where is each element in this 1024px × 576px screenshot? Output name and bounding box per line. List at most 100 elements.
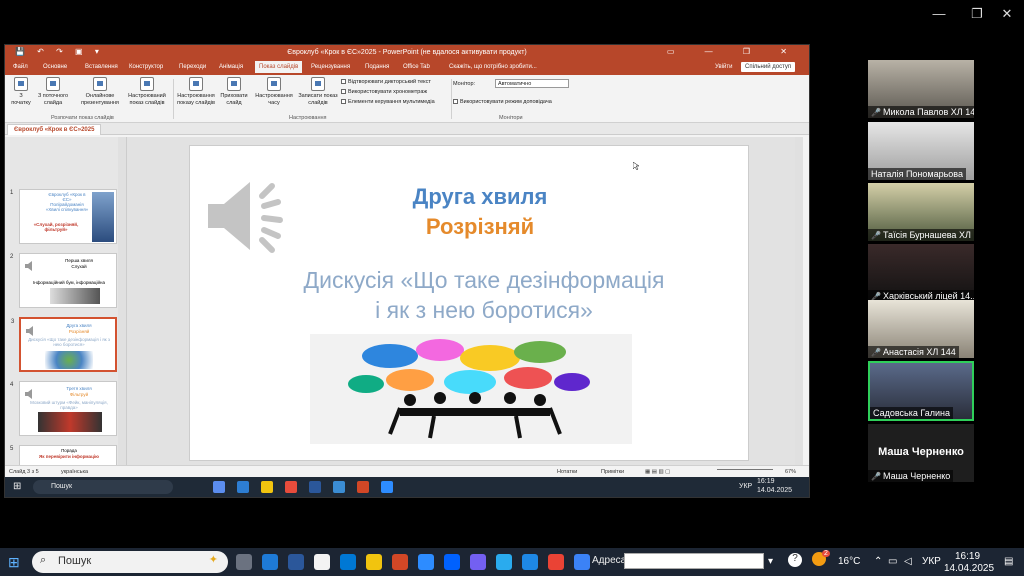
tell-me-search[interactable]: Скажіть, що потрібно зробити... [449,64,537,70]
thumb-slide-5[interactable]: 5 Порада Як перевірити інформацію [10,445,117,467]
chk-narration[interactable]: Відтворювати дикторський текст [341,79,431,85]
language-status[interactable]: українська [61,469,88,475]
chk-presenter[interactable]: Використовувати режим доповідача [453,99,552,105]
tab-transitions[interactable]: Переходи [179,64,206,70]
tab-review[interactable]: Рецензування [311,64,350,70]
slide-canvas: Друга хвиля Розрізняй Дискусія «Що таке … [127,137,803,467]
thumbs-scrollbar[interactable] [118,137,126,467]
dropbox-icon[interactable] [444,554,460,570]
minimize-icon[interactable]: — [924,6,954,21]
network-icon[interactable]: ▭ [888,556,897,567]
participant-tile[interactable]: 🎤 Анастасія ХЛ 144 [868,300,974,358]
document-tab[interactable]: Євроклуб «Крок в ЄС»2025 [7,124,102,135]
viber-icon[interactable] [470,554,486,570]
thumb-line: Інформаційний бум, інформаційна [32,280,106,285]
powerpoint-icon[interactable] [392,554,408,570]
comments-button[interactable]: Примітки [601,469,624,475]
participant-tile[interactable]: 🎤 Харківський ліцей 14... [868,244,974,302]
chk-timings[interactable]: Використовувати хронометраж [341,89,427,95]
online-present-button[interactable]: Онлайнове презентування [77,77,123,106]
speaker-icon[interactable] [204,176,314,256]
zoom-slider[interactable] [717,469,773,470]
view-buttons-icon[interactable]: ▦ ▤ ▥ ▢ [645,469,670,475]
notes-button[interactable]: Нотатки [557,469,577,475]
thumb-slide-4[interactable]: 4 Третя хвиля Фільтруй Мозковий штурм «Ф… [10,381,117,436]
telegram-icon[interactable] [496,554,512,570]
amazon-icon[interactable] [314,554,330,570]
edge-icon[interactable] [574,554,590,570]
from-current-button[interactable]: З поточного слайда [33,77,73,106]
custom-show-button[interactable]: Настроюваний показ слайдів [123,77,171,106]
edge-icon[interactable] [237,481,249,493]
chk-media[interactable]: Елементи керування мультимедіа [341,99,435,105]
sign-in-link[interactable]: Увійти [715,64,732,70]
shared-search[interactable]: Пошук [33,480,173,494]
chevron-up-icon[interactable]: ⌃ [874,556,882,567]
tab-file[interactable]: Файл [13,64,28,70]
task-view-icon[interactable] [236,554,252,570]
help-icon[interactable]: ? [788,553,802,567]
participant-tile[interactable]: Маша Черненко 🎤 Маша Черненко [868,424,974,482]
tab-animation[interactable]: Анімація [219,64,243,70]
globe-icon [93,77,107,91]
restore-icon[interactable]: ❐ [962,6,992,22]
clock-time[interactable]: 16:19 [955,551,980,562]
copilot-icon[interactable] [213,481,225,493]
shared-lang[interactable]: УКР [739,483,752,490]
edge-icon[interactable] [262,554,278,570]
clock-date[interactable]: 14.04.2025 [944,563,994,574]
thumb-line: Перша хвиля [65,258,93,263]
tab-design[interactable]: Конструктор [129,64,163,70]
address-input[interactable] [624,553,764,569]
participant-tile-active-speaker[interactable]: Садовська Галина [868,361,974,421]
explorer-icon[interactable] [366,554,382,570]
word-icon[interactable] [288,554,304,570]
share-button[interactable]: Спільний доступ [741,62,796,72]
powerpoint-icon[interactable] [357,481,369,493]
taskbar-search[interactable]: ⌕ Пошук ✦ [32,551,228,573]
ppt-status-bar: Слайд 3 з 5 українська Нотатки Примітки … [5,465,809,477]
tab-view[interactable]: Подання [365,64,389,70]
participant-tile[interactable]: 🎤 Таїсія Бурнашева ХЛ ... [868,183,974,241]
slide-title-1: Друга хвиля [412,184,548,209]
zoom-icon[interactable] [418,554,434,570]
mic-muted-icon: 🎤 [871,472,881,481]
windows-icon[interactable]: ⊞ [13,481,21,492]
explorer-icon[interactable] [261,481,273,493]
hide-slide-button[interactable]: Приховати слайд [217,77,251,106]
tab-insert[interactable]: Вставлення [85,64,118,70]
address-dropdown-icon[interactable]: ▾ [768,556,773,567]
windows-icon[interactable]: ⊞ [8,554,20,571]
participant-tile[interactable]: Наталія Пономарьова [868,122,974,180]
monitor-select[interactable]: Автоматично [495,79,569,88]
word-icon[interactable] [309,481,321,493]
speaker-icon [26,326,33,336]
tab-slideshow[interactable]: Показ слайдів [255,61,303,73]
notifications-icon[interactable]: ▤ [1004,556,1013,567]
language-indicator[interactable]: УКР [922,556,941,567]
record-show-button[interactable]: Записати показ слайдів [295,77,341,106]
zoom-icon[interactable] [381,481,393,493]
ppt-window-controls-icon[interactable]: ▭ — ❐ ✕ [667,47,801,56]
thumb-slide-3[interactable]: 3 Друга хвиля Розрізняй Дискусія «Що так… [11,317,117,372]
tab-office-tab[interactable]: Office Tab [403,64,430,70]
close-icon[interactable]: ✕ [992,6,1022,22]
thumb-slide-2[interactable]: 2 Перша хвиля Слухай Інформаційний бум, … [10,253,117,308]
setup-show-button[interactable]: Настроювання показу слайдів [173,77,219,106]
shared-screen: 💾 ↶ ↷ ▣ ▾ Євроклуб «Крок в ЄС»2025 - Pow… [4,44,810,498]
edge-icon[interactable] [333,481,345,493]
weather-temp[interactable]: 16°C [838,556,860,567]
chrome-icon[interactable] [285,481,297,493]
zoom-level[interactable]: 67% [785,469,796,475]
rehearse-button[interactable]: Настроювання часу [251,77,297,106]
participant-tile[interactable]: 🎤 Микола Павлов ХЛ 144 [868,60,974,118]
volume-icon[interactable]: ◁ [904,556,912,567]
tab-home[interactable]: Основне [43,64,67,70]
from-start-button[interactable]: З початку [9,77,33,106]
thumb-number: 1 [10,190,14,196]
thumb-slide-1[interactable]: 1 Євроклуб «Крок в ЄС» Полірайдоманія «Х… [10,189,117,244]
chrome-icon[interactable] [548,554,564,570]
outlook-icon[interactable] [340,554,356,570]
slide-scrollbar[interactable] [795,137,803,467]
maps-icon[interactable] [522,554,538,570]
